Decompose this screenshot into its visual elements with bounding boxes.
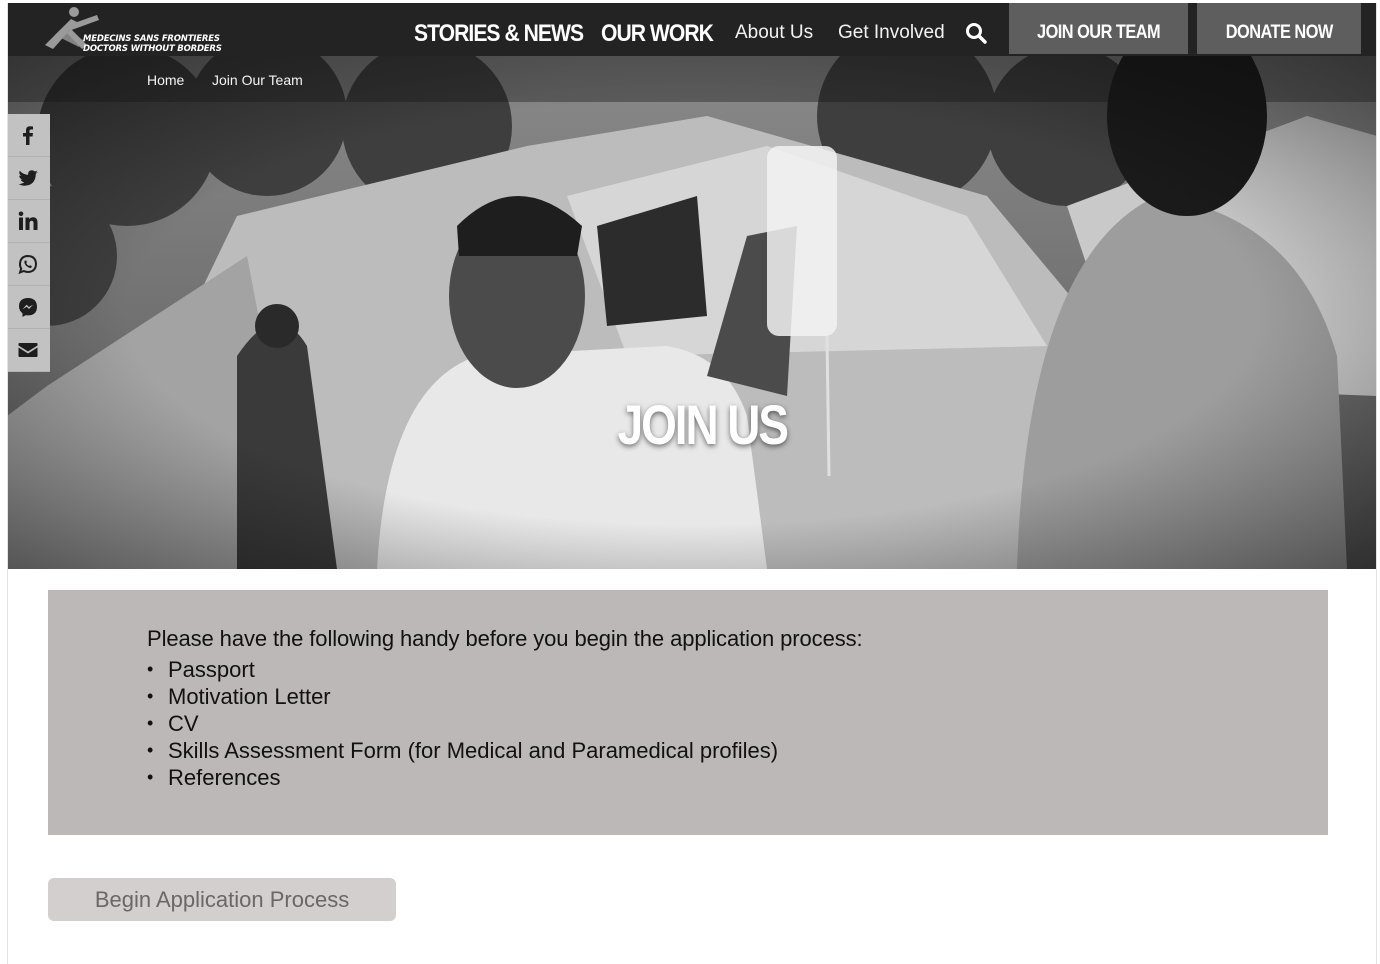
list-item: • Motivation Letter [147, 683, 1328, 710]
share-twitter-button[interactable] [7, 157, 50, 200]
facebook-icon [23, 126, 33, 145]
list-item-label: CV [168, 711, 199, 736]
requirements-intro: Please have the following handy before y… [147, 626, 863, 651]
share-email-button[interactable] [7, 329, 50, 372]
list-item: • CV [147, 710, 1328, 737]
list-bullet: • [147, 659, 154, 679]
list-item: • Skills Assessment Form (for Medical and… [147, 737, 1328, 764]
share-sidebar [7, 114, 50, 372]
hero-title-text: JOIN US [617, 393, 788, 456]
application-requirements-panel: Please have the following handy before y… [48, 590, 1328, 835]
linkedin-icon [18, 211, 38, 230]
messenger-icon [19, 298, 37, 317]
requirements-list: • Passport • Motivation Letter • CV • Skills… [147, 656, 1328, 791]
hero-banner: Home Join Our Team JOIN US [7, 56, 1377, 569]
breadcrumb: Home Join Our Team [7, 56, 1377, 102]
list-bullet: • [147, 767, 154, 787]
donate-now-button[interactable]: DONATE NOW [1197, 3, 1361, 54]
breadcrumb-current[interactable]: Join Our Team [212, 72, 303, 88]
whatsapp-icon [18, 254, 38, 275]
site-header: MEDECINS SANS FRONTIERES DOCTORS WITHOUT… [7, 3, 1377, 56]
list-bullet: • [147, 686, 154, 706]
breadcrumb-home[interactable]: Home [147, 72, 184, 88]
list-item-label: References [168, 765, 281, 790]
share-whatsapp-button[interactable] [7, 243, 50, 286]
search-button[interactable] [964, 21, 988, 45]
join-our-team-button[interactable]: JOIN OUR TEAM [1009, 3, 1188, 54]
hero-title: JOIN US [7, 392, 1377, 457]
list-item-label: Motivation Letter [168, 684, 331, 709]
list-bullet: • [147, 713, 154, 733]
search-icon [966, 23, 987, 44]
share-linkedin-button[interactable] [7, 200, 50, 243]
email-icon [18, 343, 38, 357]
nav-about-us[interactable]: About Us [735, 3, 813, 56]
list-item-label: Passport [168, 657, 255, 682]
join-our-team-label: JOIN OUR TEAM [1036, 22, 1161, 43]
twitter-icon [18, 170, 38, 186]
nav-stories-news[interactable]: STORIES & NEWS [414, 3, 584, 56]
share-facebook-button[interactable] [7, 114, 50, 157]
nav-our-work[interactable]: OUR WORK [601, 3, 714, 56]
list-bullet: • [147, 740, 154, 760]
begin-application-button[interactable]: Begin Application Process [48, 878, 396, 921]
donate-now-label: DONATE NOW [1225, 22, 1333, 43]
hero-photo [7, 56, 1377, 569]
nav-get-involved[interactable]: Get Involved [838, 3, 945, 56]
list-item: • Passport [147, 656, 1328, 683]
page: MEDECINS SANS FRONTIERES DOCTORS WITHOUT… [0, 0, 1380, 964]
share-messenger-button[interactable] [7, 286, 50, 329]
list-item: • References [147, 764, 1328, 791]
list-item-label: Skills Assessment Form (for Medical and … [168, 738, 779, 763]
